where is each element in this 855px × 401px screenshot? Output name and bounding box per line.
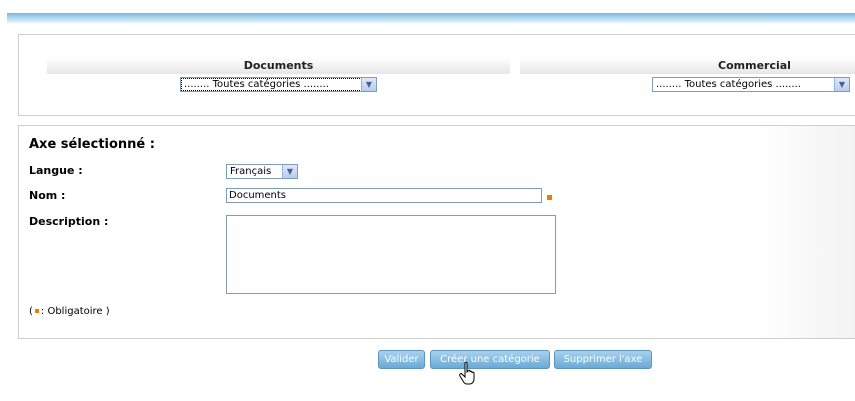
category-select-value: ........ Toutes catégories ........ (656, 79, 801, 90)
create-category-button[interactable]: Créer une catégorie (430, 350, 550, 369)
category-select-value: ........ Toutes catégories ........ (184, 79, 329, 90)
selected-axis-panel: Axe sélectionné : Langue : Français ▼ No… (18, 125, 855, 339)
required-marker-icon (34, 309, 39, 313)
top-banner (7, 13, 855, 24)
axis-title-commercial: Commercial (520, 58, 855, 74)
chevron-down-icon[interactable]: ▼ (834, 78, 849, 91)
valider-button[interactable]: Valider (378, 350, 425, 369)
category-select-commercial[interactable]: ........ Toutes catégories ........ ▼ (652, 77, 850, 92)
required-legend: ( : Obligatoire ) (29, 306, 110, 317)
description-label: Description : (29, 215, 109, 228)
description-textarea[interactable] (226, 215, 556, 294)
langue-select[interactable]: Français ▼ (226, 164, 298, 179)
chevron-down-icon[interactable]: ▼ (361, 78, 376, 91)
axis-title-documents: Documents (47, 58, 510, 74)
langue-select-value: Français (230, 166, 272, 177)
legend-open: ( (29, 306, 33, 317)
category-select-documents[interactable]: ........ Toutes catégories ........ ▼ (180, 77, 377, 92)
nom-field[interactable]: Documents (226, 188, 542, 203)
axes-panel: Documents ........ Toutes catégories ...… (18, 34, 855, 116)
axis-column-commercial: Commercial (520, 58, 855, 74)
chevron-down-icon[interactable]: ▼ (282, 165, 297, 178)
section-title: Axe sélectionné : (29, 137, 155, 152)
legend-text: : Obligatoire ) (40, 306, 110, 317)
hand-pointer-icon (459, 362, 475, 385)
langue-label: Langue : (29, 164, 83, 177)
nom-label: Nom : (29, 189, 66, 202)
required-marker-icon (547, 195, 552, 200)
axis-column-documents: Documents (47, 58, 510, 74)
delete-axis-button[interactable]: Supprimer l'axe (554, 350, 652, 369)
